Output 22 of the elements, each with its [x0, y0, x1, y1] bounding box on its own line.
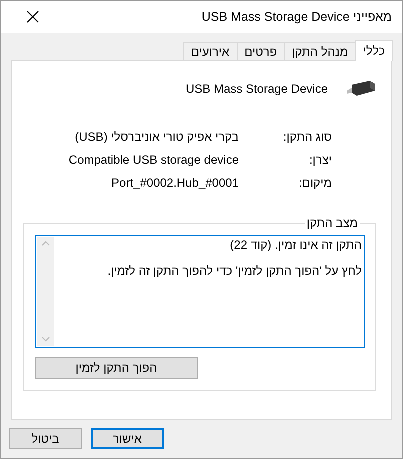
property-label: מיקום:	[298, 176, 332, 190]
status-text-box[interactable]: התקן זה אינו זמין. (קוד 22) לחץ על 'הפוך התקן לזמין' כדי להפוך התקן זה לזמין.	[35, 235, 365, 348]
scroll-down-icon[interactable]	[42, 337, 50, 342]
scrollbar[interactable]	[37, 237, 54, 346]
status-message: לחץ על 'הפוך התקן לזמין' כדי להפוך התקן זה לזמין.	[106, 264, 362, 278]
tab[interactable]: מנהל התקן	[284, 42, 356, 60]
property-label: סוג התקן:	[282, 130, 332, 144]
property-value: בקרי אפיק טורי אוניברסלי (USB)	[74, 130, 239, 144]
property-value: Compatible USB storage device	[68, 153, 239, 167]
tab[interactable]: כללי	[355, 40, 393, 61]
property-label: יצרן:	[308, 153, 332, 167]
device-name: USB Mass Storage Device	[186, 82, 328, 96]
usb-plug-icon	[346, 80, 376, 98]
enable-device-button[interactable]: הפוך התקן לזמין	[35, 357, 198, 379]
window-title: מאפייני USB Mass Storage Device	[202, 10, 392, 24]
scroll-up-icon[interactable]	[42, 241, 50, 246]
tab[interactable]: אירועים	[183, 42, 238, 60]
ok-button[interactable]: אישור	[91, 428, 164, 449]
status-message: התקן זה אינו זמין. (קוד 22)	[229, 238, 362, 252]
cancel-button[interactable]: ביטול	[9, 428, 82, 449]
property-value: Port_#0002.Hub_#0001	[110, 176, 239, 190]
close-icon	[27, 11, 39, 23]
